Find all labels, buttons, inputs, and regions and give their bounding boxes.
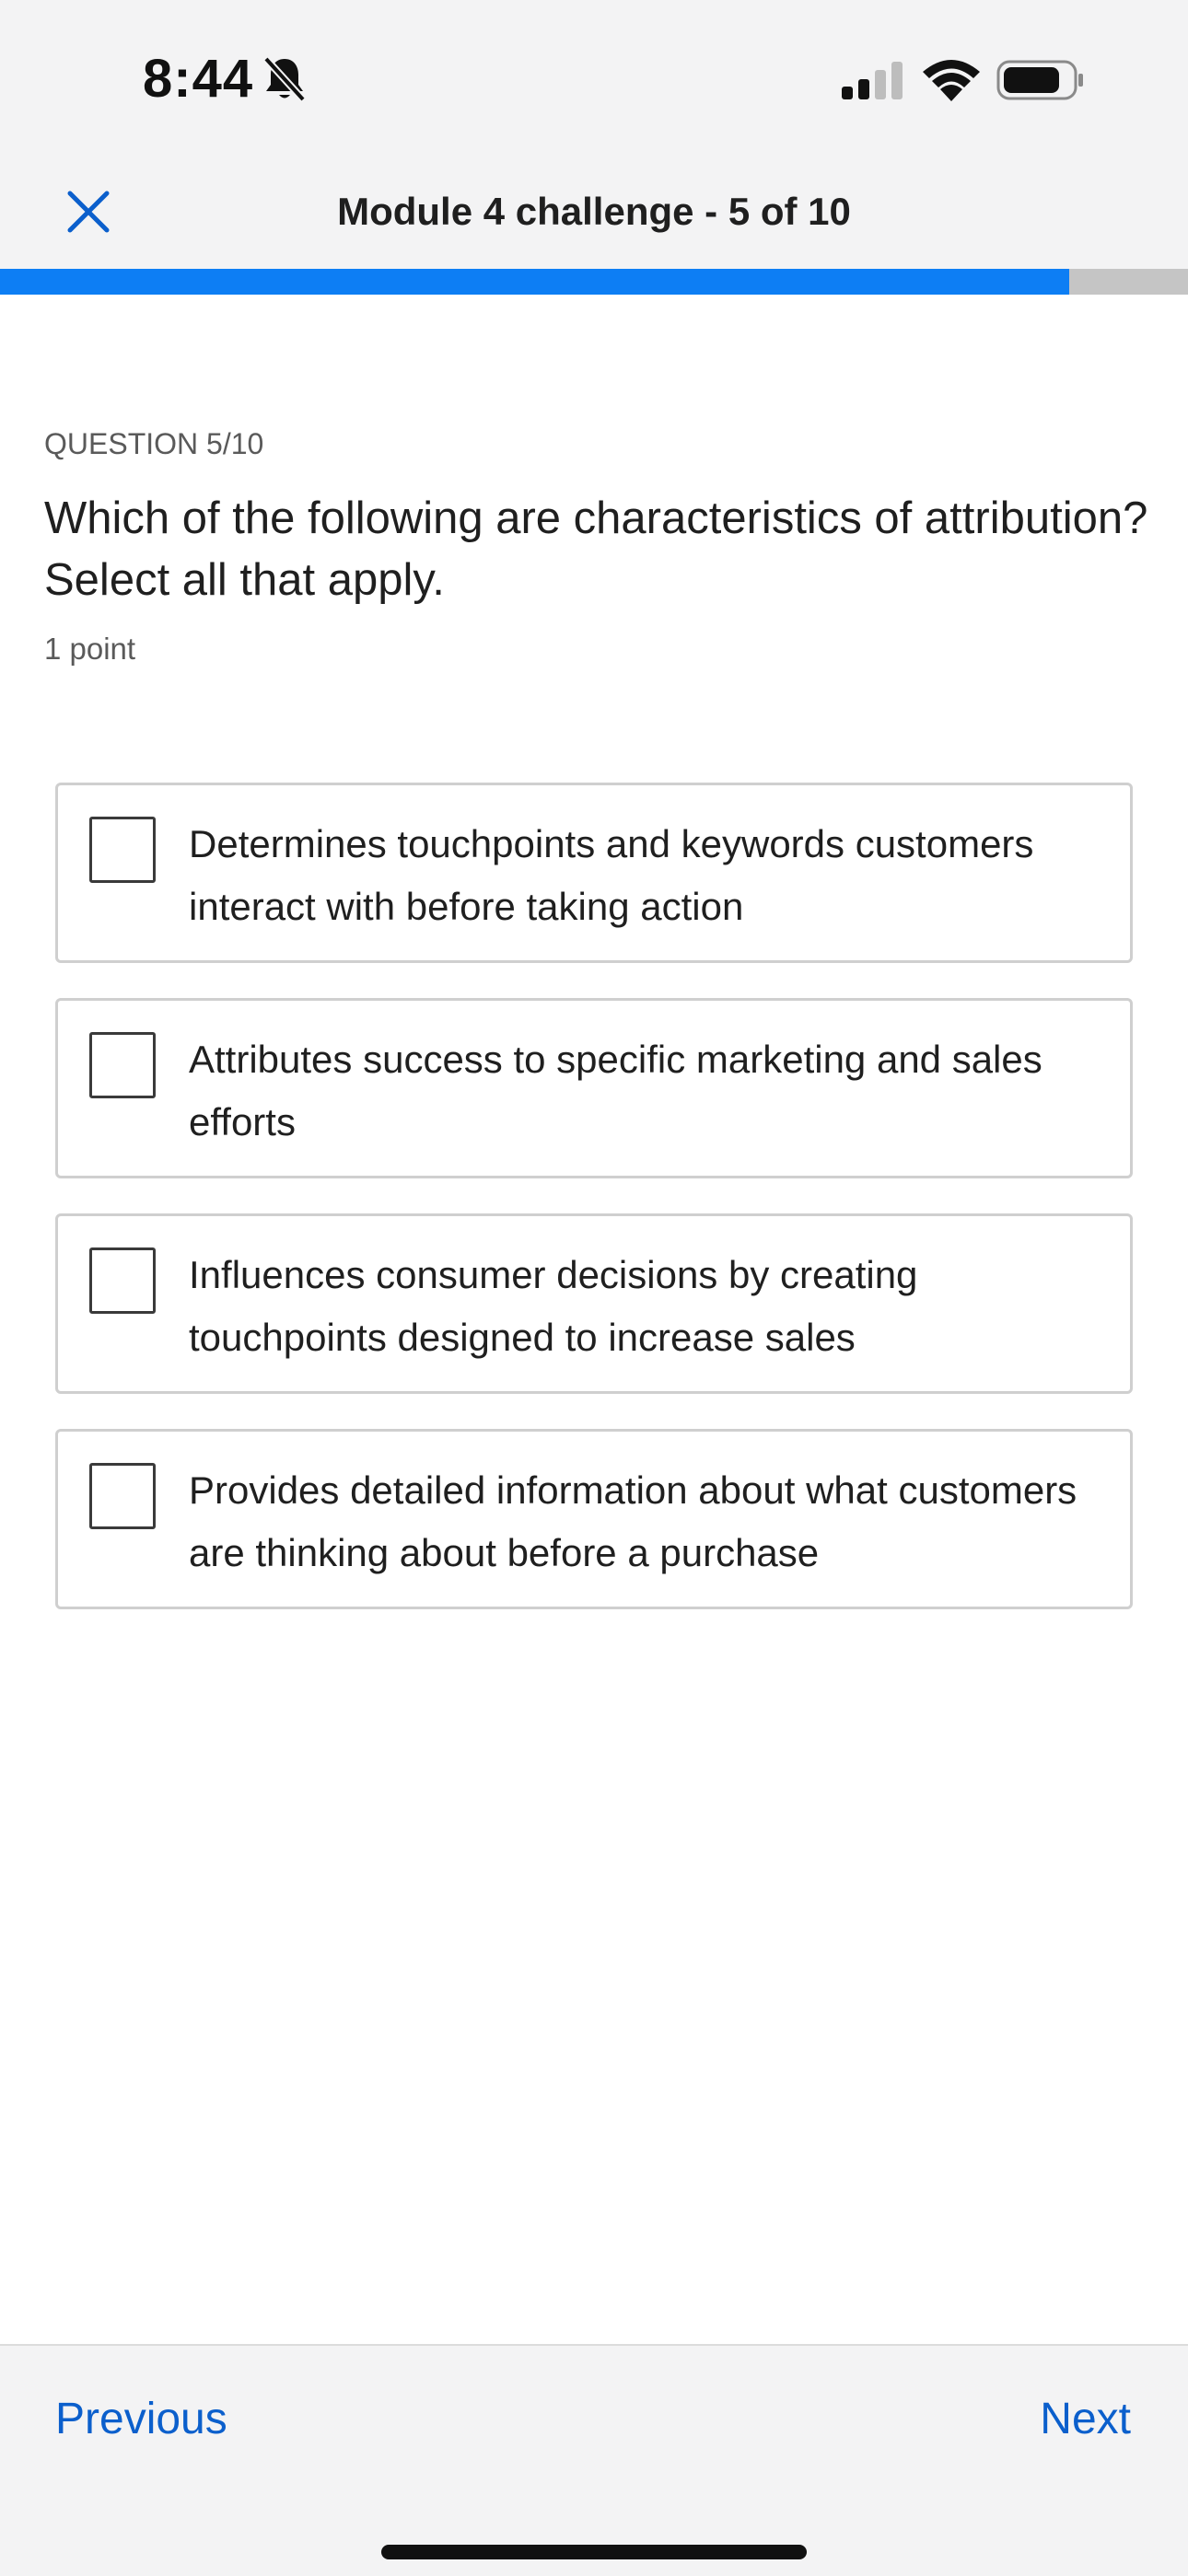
checkbox[interactable] (89, 1032, 156, 1098)
option-label: Influences consumer decisions by creatin… (189, 1253, 918, 1359)
previous-button[interactable]: Previous (55, 2394, 227, 2444)
footer-nav: Previous Next (0, 2344, 1188, 2576)
answer-option-3[interactable]: Influences consumer decisions by creatin… (55, 1213, 1133, 1394)
cellular-signal-icon (842, 62, 903, 99)
answer-options: Determines touchpoints and keywords cust… (55, 783, 1133, 1644)
next-button[interactable]: Next (1040, 2394, 1131, 2444)
header-bar: Module 4 challenge - 5 of 10 (0, 157, 1188, 269)
question-points: 1 point (44, 632, 136, 666)
checkbox[interactable] (89, 1463, 156, 1529)
progress-bar (0, 269, 1188, 295)
answer-option-2[interactable]: Attributes success to specific marketing… (55, 998, 1133, 1178)
wifi-icon (923, 60, 980, 101)
question-text: Which of the following are characteristi… (44, 493, 1148, 605)
option-label: Attributes success to specific marketing… (189, 1038, 1042, 1143)
question-number: QUESTION 5/10 (44, 427, 264, 460)
status-time: 8:44 (143, 49, 254, 109)
battery-icon (996, 60, 1083, 100)
status-bar: 8:44 (0, 0, 1188, 157)
progress-fill (0, 269, 1069, 295)
bell-slash-icon (263, 56, 306, 102)
option-label: Determines touchpoints and keywords cust… (189, 822, 1034, 928)
home-indicator[interactable] (381, 2545, 807, 2559)
page-title: Module 4 challenge - 5 of 10 (337, 190, 851, 233)
option-label: Provides detailed information about what… (189, 1468, 1077, 1574)
checkbox[interactable] (89, 1247, 156, 1314)
answer-option-1[interactable]: Determines touchpoints and keywords cust… (55, 783, 1133, 963)
answer-option-4[interactable]: Provides detailed information about what… (55, 1429, 1133, 1609)
checkbox[interactable] (89, 817, 156, 883)
